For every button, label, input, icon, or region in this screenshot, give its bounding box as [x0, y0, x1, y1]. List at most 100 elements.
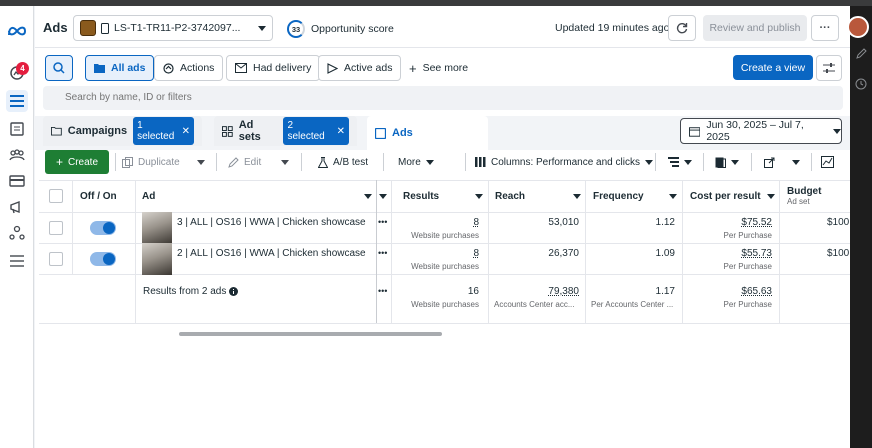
column-header-cost-per-result[interactable]: Cost per result: [690, 180, 775, 212]
opportunity-score-value: 33: [287, 20, 305, 38]
opportunity-score-label: Opportunity score: [311, 23, 394, 35]
reports-button[interactable]: [715, 150, 739, 174]
clock-icon[interactable]: [855, 78, 867, 90]
columns-button[interactable]: Columns: Performance and clicks: [475, 150, 653, 174]
divider: [39, 323, 850, 324]
divider: [301, 153, 302, 171]
summary-results-sub: Website purchases: [411, 300, 479, 309]
column-header-budget-label: Budget: [787, 186, 822, 197]
opportunity-score[interactable]: 33 Opportunity score: [287, 20, 394, 38]
filter-settings-button[interactable]: [816, 55, 842, 81]
chevron-down-icon: [258, 25, 266, 31]
connections-icon[interactable]: [6, 222, 28, 244]
more-options-button[interactable]: ···: [811, 15, 839, 41]
review-and-publish-button[interactable]: Review and publish: [703, 15, 807, 41]
edit-dropdown[interactable]: [274, 150, 296, 174]
close-icon[interactable]: ✕: [337, 126, 345, 137]
ad-name-link[interactable]: 2 | ALL | OS16 | WWA | Chicken showcase: [177, 248, 366, 259]
columns-label: Columns: Performance and clicks: [491, 156, 640, 168]
column-header-budget-sub: Ad set: [787, 197, 810, 206]
all-ads-label: All ads: [111, 62, 146, 74]
divider: [383, 153, 384, 171]
left-nav: 4: [0, 6, 34, 448]
duplicate-dropdown[interactable]: [190, 150, 212, 174]
results-value[interactable]: 8: [403, 248, 479, 259]
column-header-results[interactable]: Results: [403, 180, 483, 212]
results-value[interactable]: 8: [403, 217, 479, 228]
date-range-label: Jun 30, 2025 – Jul 7, 2025: [706, 119, 804, 143]
active-ads-view-button[interactable]: Active ads: [318, 55, 402, 81]
avatar[interactable]: [847, 16, 869, 38]
cost-value[interactable]: $75.52: [690, 217, 772, 228]
column-header-budget[interactable]: Budget Ad set: [787, 180, 821, 212]
horizontal-scrollbar[interactable]: [179, 332, 442, 336]
actions-icon: [163, 62, 174, 74]
column-header-results-label: Results: [403, 190, 440, 202]
close-icon[interactable]: ✕: [182, 126, 190, 137]
refresh-button[interactable]: [668, 15, 696, 41]
campaigns-selected-chip[interactable]: 1 selected ✕: [133, 117, 194, 145]
meta-logo-icon[interactable]: [6, 20, 28, 42]
ad-account-selector[interactable]: LS-T1-TR11-P2-3742097...: [73, 15, 273, 41]
summary-label-text: Results from 2 ads: [143, 286, 227, 297]
duplicate-button[interactable]: Duplicate: [122, 150, 180, 174]
column-header-reach[interactable]: Reach: [495, 180, 581, 212]
all-ads-view-button[interactable]: All ads: [85, 55, 155, 81]
cost-sub: Per Purchase: [723, 262, 772, 271]
summary-cost[interactable]: $65.63: [690, 286, 772, 297]
see-more-button[interactable]: + See more: [401, 55, 477, 81]
phone-icon: [101, 22, 109, 34]
create-button[interactable]: + Create: [45, 150, 109, 174]
breakdown-button[interactable]: [668, 150, 692, 174]
edit-button[interactable]: Edit: [228, 150, 261, 174]
reports-icon[interactable]: [6, 118, 28, 140]
summary-results: 16: [467, 286, 479, 297]
column-menu-toggle[interactable]: [379, 180, 387, 212]
search-button[interactable]: [45, 55, 73, 81]
envelope-icon: [235, 63, 247, 73]
tab-ad-sets[interactable]: Ad sets 2 selected ✕: [214, 116, 357, 146]
folder-icon: [94, 64, 105, 73]
date-range-picker[interactable]: Jun 30, 2025 – Jul 7, 2025: [680, 118, 842, 144]
page-title: Ads: [43, 20, 68, 35]
billing-card-icon[interactable]: [6, 170, 28, 192]
column-header-ad[interactable]: Ad: [142, 180, 372, 212]
column-header-reach-label: Reach: [495, 190, 526, 202]
actions-view-button[interactable]: Actions: [154, 55, 224, 81]
column-header-frequency[interactable]: Frequency: [593, 180, 677, 212]
pencil-icon[interactable]: [855, 48, 867, 60]
menu-icon[interactable]: [6, 250, 28, 272]
row-checkbox[interactable]: [49, 252, 63, 266]
megaphone-icon[interactable]: [6, 196, 28, 218]
ad-toggle[interactable]: [90, 221, 116, 235]
more-actions-button[interactable]: More: [398, 150, 434, 174]
filter-toolbar: All ads Actions Had delivery Active ads …: [35, 48, 850, 86]
tab-ads[interactable]: Ads: [367, 116, 488, 150]
divider: [682, 180, 683, 323]
search-input[interactable]: [43, 86, 843, 110]
column-header-off-on[interactable]: Off / On: [80, 180, 117, 212]
sliders-icon: [823, 63, 835, 73]
ad-toggle[interactable]: [90, 252, 116, 266]
charts-button[interactable]: [821, 150, 834, 174]
audiences-icon[interactable]: [6, 144, 28, 166]
had-delivery-label: Had delivery: [253, 62, 312, 74]
export-dropdown[interactable]: [785, 150, 807, 174]
create-view-button[interactable]: Create a view: [733, 55, 813, 80]
adsets-selected-chip[interactable]: 2 selected ✕: [283, 117, 349, 145]
divider: [465, 153, 466, 171]
export-button[interactable]: [764, 150, 775, 174]
ad-name-link[interactable]: 3 | ALL | OS16 | WWA | Chicken showcase: [177, 217, 366, 228]
chart-icon: [821, 156, 834, 168]
ab-test-button[interactable]: A/B test: [318, 150, 368, 174]
cost-value[interactable]: $55.73: [690, 248, 772, 259]
had-delivery-view-button[interactable]: Had delivery: [226, 55, 321, 81]
row-checkbox[interactable]: [49, 221, 63, 235]
flask-icon: [318, 156, 328, 168]
active-ads-label: Active ads: [344, 62, 393, 74]
export-icon: [764, 157, 775, 168]
tab-campaigns[interactable]: Campaigns 1 selected ✕: [43, 116, 202, 146]
select-all-checkbox[interactable]: [49, 189, 63, 203]
summary-reach[interactable]: 79,380: [495, 286, 579, 297]
ads-manager-table-icon[interactable]: [6, 90, 28, 112]
